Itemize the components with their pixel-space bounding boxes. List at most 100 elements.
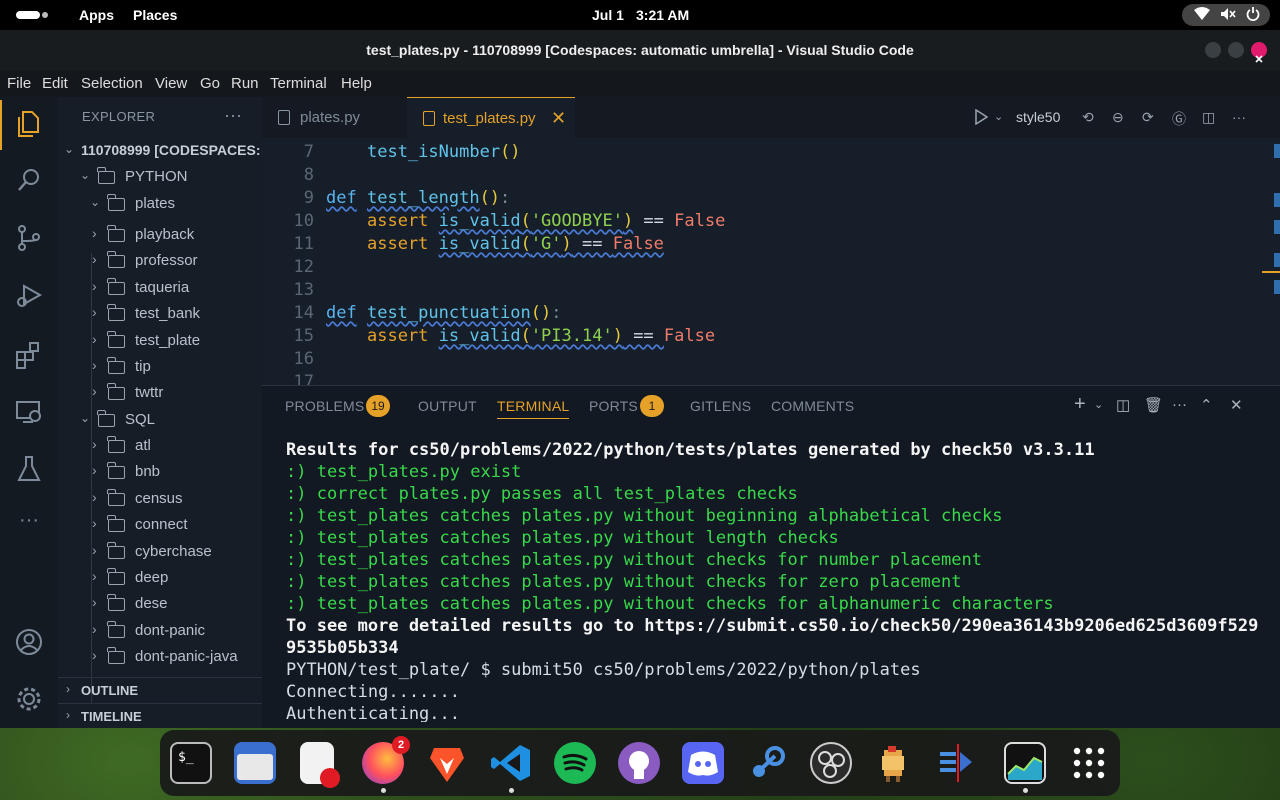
more-actions-icon[interactable]: ··· [1232,109,1246,125]
kdenlive-icon[interactable] [936,742,978,784]
tree-folder-item[interactable]: › bnb [58,460,262,486]
tab-ports[interactable]: PORTS [589,398,638,414]
maximize-button[interactable] [1228,42,1244,58]
tree-folder-item[interactable]: › connect [58,513,262,539]
tree-folder-item[interactable]: › playback [58,223,262,249]
menu-file[interactable]: File [7,75,31,92]
tab-plates-py[interactable]: plates.py [262,97,407,138]
folder-label: cyberchase [135,542,212,560]
system-tray[interactable] [1182,4,1270,26]
split-terminal-icon[interactable]: ◫ [1116,396,1130,414]
tab-output[interactable]: OUTPUT [418,398,477,414]
style50-button[interactable]: style50 [1016,109,1060,125]
menu-selection[interactable]: Selection [81,75,143,92]
tree-folder-item[interactable]: › test_bank [58,302,262,328]
tab-problems[interactable]: PROBLEMS [285,398,364,414]
minimap[interactable] [1262,138,1280,385]
timeline-section[interactable]: › TIMELINE [58,703,262,729]
maximize-panel-icon[interactable]: ⌃ [1200,396,1213,414]
system-monitor-icon[interactable] [1004,742,1046,784]
explorer-icon[interactable] [14,108,44,138]
tab-test-plates-py[interactable]: test_plates.py ✕ [407,97,575,138]
menu-run[interactable]: Run [231,75,259,92]
trash-icon[interactable]: 🗑 [1144,396,1163,414]
tree-folder-item[interactable]: › professor [58,249,262,275]
steam-icon[interactable] [746,742,788,784]
workspace-root[interactable]: ⌄ 110708999 [CODESPACES: ... [58,139,262,165]
code-editor[interactable]: 7 test_isNumber() 8 9 def test_length():… [262,138,1262,385]
folder-open-icon [97,410,115,427]
run-dropdown-icon[interactable]: ⌄ [994,110,1003,123]
discord-icon[interactable] [682,742,724,784]
run-file-icon[interactable] [974,108,989,128]
extensions-icon[interactable] [14,340,44,370]
tree-folder-item[interactable]: › test_plate [58,329,262,355]
new-terminal-icon[interactable]: + [1074,393,1086,416]
folder-python[interactable]: ⌄ PYTHON [58,165,262,191]
menu-help[interactable]: Help [341,75,372,92]
close-window-button[interactable] [1251,42,1267,63]
tree-folder-item[interactable]: › deep [58,566,262,592]
brave-icon[interactable] [426,742,468,784]
folder-plates[interactable]: ⌄ plates [58,192,262,218]
folder-sql[interactable]: ⌄ SQL [58,408,262,434]
tab-comments[interactable]: COMMENTS [771,398,854,414]
apps-menu[interactable]: Apps [79,7,114,23]
menu-view[interactable]: View [155,75,187,92]
chevron-right-icon: › [92,383,97,400]
run-debug-icon[interactable] [14,280,44,310]
show-apps-grid-icon[interactable] [1068,742,1110,784]
source-control-icon[interactable] [14,223,44,253]
tree-folder-item[interactable]: › dont-panic [58,619,262,645]
terminal-dropdown-icon[interactable]: ⌄ [1094,398,1103,411]
tree-folder-item[interactable]: › taqueria [58,276,262,302]
close-panel-icon[interactable]: ✕ [1230,396,1243,414]
places-menu[interactable]: Places [133,7,177,23]
clock-time[interactable]: 3:21 AM [636,7,689,23]
spotify-icon[interactable] [554,742,596,784]
explorer-more-actions[interactable]: ··· [224,105,242,126]
tree-folder-item[interactable]: › twttr [58,381,262,407]
obs-studio-icon[interactable] [810,742,852,784]
menu-terminal[interactable]: Terminal [270,75,327,92]
tree-folder-item[interactable]: › cyberchase [58,540,262,566]
more-views-icon[interactable]: ··· [14,509,44,539]
close-tab-icon[interactable]: ✕ [551,98,566,139]
tree-folder-item[interactable]: › census [58,487,262,513]
search-icon[interactable] [14,165,44,195]
github-desktop-icon[interactable] [618,742,660,784]
terminal-output[interactable]: Results for cs50/problems/2022/python/te… [286,432,1266,722]
tab-terminal[interactable]: TERMINAL [497,398,570,419]
stardew-valley-icon[interactable] [872,742,914,784]
tree-folder-item[interactable]: › tip [58,355,262,381]
gitlens-icon[interactable]: Ⓖ [1172,109,1186,129]
tree-folder-item[interactable]: › dont-panic-java [58,645,262,671]
vscode-icon[interactable] [490,742,532,784]
folder-label: twttr [135,384,164,402]
text-editor-icon[interactable] [300,742,340,788]
timeline-label: TIMELINE [81,709,142,724]
tree-folder-item[interactable]: › dese [58,592,262,618]
terminal-app-icon[interactable]: $_ [170,742,212,784]
workspace-indicator-icon[interactable] [16,11,40,19]
clock-date[interactable]: Jul 1 [592,7,624,23]
window-titlebar[interactable]: test_plates.py - 110708999 [Codespaces: … [0,30,1280,71]
go-back-icon[interactable]: ⟲ [1082,109,1094,126]
workspace-dot-icon[interactable] [42,12,48,18]
code-token: is_valid [438,211,521,231]
tab-gitlens[interactable]: GITLENS [690,398,751,414]
files-app-icon[interactable] [234,742,276,784]
remote-explorer-icon[interactable] [14,397,44,427]
go-forward-icon[interactable]: ⟳ [1142,109,1154,126]
minimize-button[interactable] [1205,42,1221,58]
menu-go[interactable]: Go [200,75,220,92]
menu-edit[interactable]: Edit [42,75,68,92]
more-actions-icon[interactable]: ··· [1172,396,1187,413]
outline-section[interactable]: › OUTLINE [58,677,262,703]
manage-gear-icon[interactable] [14,684,44,714]
accounts-icon[interactable] [14,627,44,657]
commit-icon[interactable]: ⊖ [1112,109,1124,126]
testing-icon[interactable] [14,454,44,484]
tree-folder-item[interactable]: › atl [58,434,262,460]
split-editor-icon[interactable]: ◫ [1202,109,1215,126]
